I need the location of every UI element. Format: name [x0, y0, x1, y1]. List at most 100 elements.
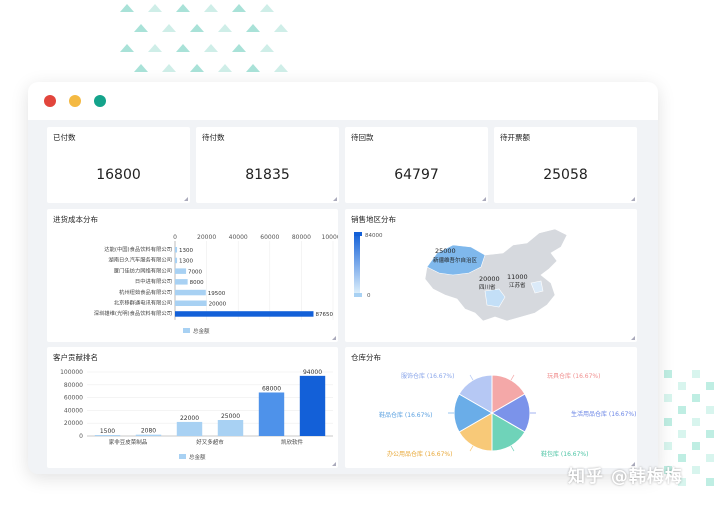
pie-slice-label: 生活用品仓库 (16.67%): [571, 410, 636, 418]
kpi-card-pending-receipt[interactable]: 待回款 64797: [345, 127, 488, 203]
y-tick-label: 湖南日久汽车服务有限公司: [108, 256, 172, 264]
pie-slice-label: 玩具仓库 (16.67%): [547, 372, 600, 380]
visual-map-min-label: 0: [367, 293, 371, 299]
kpi-card-pending-payment[interactable]: 待付数 81835: [196, 127, 339, 203]
decorative-square: [706, 454, 714, 462]
bar[interactable]: [175, 300, 207, 307]
bar-value-label: 22000: [180, 415, 199, 422]
resize-handle-icon[interactable]: [482, 197, 486, 201]
pie-slice-label: 鞋包库 (16.67%): [541, 450, 588, 458]
decorative-triangle: [162, 64, 176, 72]
y-tick-label: 80000: [64, 382, 83, 389]
x-tick-label: 家非豆皮菜制品: [109, 438, 148, 446]
bar[interactable]: [258, 392, 285, 436]
bar[interactable]: [217, 420, 244, 436]
bar[interactable]: [135, 434, 162, 436]
decorative-square: [664, 370, 672, 378]
legend-swatch[interactable]: [183, 328, 190, 333]
decorative-square: [706, 406, 714, 414]
decorative-triangle: [232, 4, 246, 12]
dashboard-window: 已付数 16800 待付数 81835 待回款 64797 待开票额 25058…: [28, 82, 658, 474]
decorative-triangle: [134, 24, 148, 32]
bar-value-label: 94000: [303, 369, 322, 376]
legend-swatch[interactable]: [179, 454, 186, 459]
kpi-card-pending-invoice[interactable]: 待开票额 25058: [494, 127, 637, 203]
kpi-value: 81835: [245, 167, 290, 183]
region-label-xinjiang-value: 25000: [435, 247, 456, 255]
decorative-triangle: [218, 24, 232, 32]
y-tick-label: 0: [79, 433, 83, 440]
bar[interactable]: [175, 268, 187, 274]
region-label-sichuan-name: 四川省: [479, 283, 496, 291]
resize-handle-icon[interactable]: [332, 336, 336, 340]
resize-handle-icon[interactable]: [184, 197, 188, 201]
x-tick-label: 100000: [322, 234, 338, 241]
decorative-square: [706, 382, 714, 390]
y-tick-label: 20000: [64, 420, 83, 427]
bar-value-label: 1500: [100, 428, 115, 435]
decorative-square: [678, 406, 686, 414]
bar[interactable]: [175, 279, 188, 285]
bar[interactable]: [299, 375, 326, 436]
resize-handle-icon[interactable]: [631, 197, 635, 201]
y-tick-label: 60000: [64, 395, 83, 402]
resize-handle-icon[interactable]: [631, 336, 635, 340]
x-tick-label: 80000: [292, 234, 311, 241]
bar[interactable]: [175, 257, 178, 264]
kpi-card-paid[interactable]: 已付数 16800: [47, 127, 190, 203]
x-tick-label: 好又多超市: [196, 438, 224, 446]
x-tick-label: 20000: [197, 234, 216, 241]
decorative-square: [664, 442, 672, 450]
decorative-square: [692, 442, 700, 450]
y-tick-label: 40000: [64, 407, 83, 414]
decorative-triangle: [246, 64, 260, 72]
decorative-triangle: [176, 44, 190, 52]
decorative-triangle: [162, 24, 176, 32]
visual-map-handle-bottom[interactable]: [354, 293, 362, 297]
y-tick-label: 北京移群通电讯有限公司: [114, 299, 172, 307]
y-tick-label: 达能(中国)食品饮料有限公司: [104, 245, 172, 253]
bar[interactable]: [94, 435, 121, 437]
bar[interactable]: [176, 421, 203, 436]
region-label-xinjiang-name: 新疆维吾尔自治区: [433, 256, 478, 264]
decorative-triangle: [120, 4, 134, 12]
bar-value-label: 8000: [190, 280, 204, 286]
decorative-triangle: [176, 4, 190, 12]
decorative-square: [706, 430, 714, 438]
visual-map-gradient[interactable]: [354, 233, 360, 293]
decorative-triangle: [204, 4, 218, 12]
warehouse-card: 仓库分布 玩具仓库 (16.67%) 生活用品仓库 (16.67%) 鞋包库 (16…: [345, 347, 637, 468]
maximize-window-icon[interactable]: [94, 95, 106, 107]
resize-handle-icon[interactable]: [333, 197, 337, 201]
decorative-triangle: [274, 24, 288, 32]
decorative-triangle: [120, 44, 134, 52]
decorative-square: [678, 454, 686, 462]
decorative-square: [706, 478, 714, 486]
bar[interactable]: [175, 289, 206, 296]
minimize-window-icon[interactable]: [69, 95, 81, 107]
y-tick-label: 100000: [60, 369, 83, 376]
y-tick-label: 杭州纽茹食品有限公司: [119, 288, 172, 296]
bar-value-label: 1300: [179, 259, 193, 265]
bar-value-label: 20000: [209, 302, 227, 308]
bar[interactable]: [175, 247, 178, 253]
bar-value-label: 19500: [208, 291, 226, 297]
customer-ranking-card: 客户贡献排名 100000 80000 60000 40000 20000 0 1500 家非…: [47, 347, 338, 468]
y-tick-label: 日中进有限公司: [135, 277, 172, 285]
decorative-square: [664, 418, 672, 426]
y-tick-label: 厦门佳纺力网络有限公司: [114, 266, 172, 274]
resize-handle-icon[interactable]: [332, 462, 336, 466]
kpi-title: 待开票额: [500, 133, 530, 142]
visual-map-max-label: 84000: [365, 233, 383, 239]
close-window-icon[interactable]: [44, 95, 56, 107]
customer-ranking-chart: 100000 80000 60000 40000 20000 0 1500 家非豆皮菜制品 20…: [60, 369, 333, 461]
visual-map-handle-top[interactable]: [354, 232, 362, 236]
decorative-square: [692, 370, 700, 378]
decorative-triangle: [134, 64, 148, 72]
watermark: 知乎 @韩梅梅: [568, 467, 683, 487]
purchase-cost-chart: 0 20000 40000 60000 80000 100000 达能(中国)食品饮料有限公…: [94, 234, 338, 335]
kpi-title: 待回款: [351, 133, 374, 142]
region-label-jiangsu-value: 11000: [507, 273, 528, 281]
x-tick-label: 60000: [260, 234, 279, 241]
bar[interactable]: [175, 311, 314, 317]
